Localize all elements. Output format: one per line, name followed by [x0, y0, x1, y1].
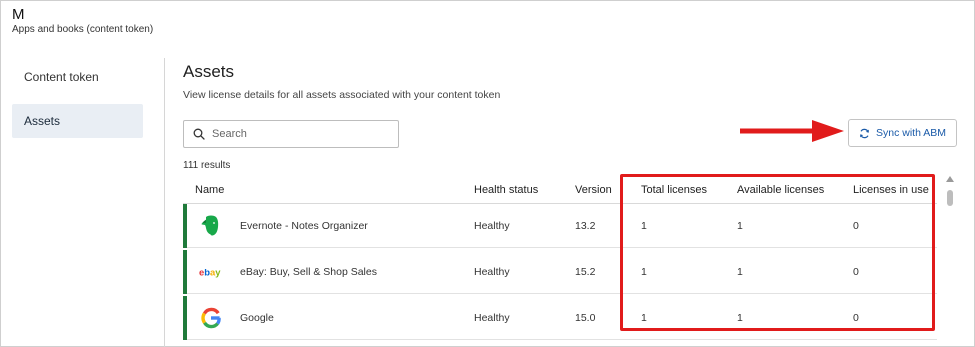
sidebar-divider	[164, 58, 165, 347]
row-name: Evernote - Notes Organizer	[240, 220, 368, 232]
results-count: 111 results	[183, 160, 231, 171]
svg-text:ebay: ebay	[199, 266, 221, 277]
sidebar-nav: Content token Assets	[12, 60, 143, 138]
row-status-accent	[183, 250, 187, 294]
app-subtitle: Apps and books (content token)	[12, 24, 154, 35]
row-version: 13.2	[575, 220, 596, 232]
search-box[interactable]	[183, 120, 399, 148]
row-name: Google	[240, 312, 274, 324]
app-title: M	[12, 6, 25, 23]
sync-with-abm-button[interactable]: Sync with ABM	[848, 119, 957, 147]
row-name: eBay: Buy, Sell & Shop Sales	[240, 266, 377, 278]
table-row[interactable]: ebay eBay: Buy, Sell & Shop Sales Health…	[183, 250, 937, 294]
evernote-icon	[199, 214, 223, 238]
ebay-icon: ebay	[199, 260, 223, 284]
search-icon	[193, 128, 205, 140]
row-status-accent	[183, 296, 187, 340]
row-available-licenses: 1	[737, 220, 743, 232]
row-health: Healthy	[474, 312, 510, 324]
sidebar-item-assets[interactable]: Assets	[12, 104, 143, 138]
column-header-licenses-in-use[interactable]: Licenses in use	[853, 184, 929, 196]
table-row[interactable]: Google Healthy 15.0 1 1 0	[183, 296, 937, 340]
column-header-name[interactable]: Name	[195, 184, 224, 196]
column-header-health-status[interactable]: Health status	[474, 184, 538, 196]
table-scrollbar[interactable]	[946, 176, 954, 347]
row-health: Healthy	[474, 220, 510, 232]
page-description: View license details for all assets asso…	[183, 89, 501, 101]
page-title: Assets	[183, 62, 235, 81]
sync-label: Sync with ABM	[875, 127, 947, 139]
row-total-licenses: 1	[641, 266, 647, 278]
scroll-up-arrow-icon[interactable]	[946, 176, 954, 182]
row-licenses-in-use: 0	[853, 266, 859, 278]
row-version: 15.2	[575, 266, 596, 278]
row-available-licenses: 1	[737, 312, 743, 324]
row-version: 15.0	[575, 312, 596, 324]
window-frame	[0, 0, 975, 347]
search-input[interactable]	[212, 128, 382, 140]
row-health: Healthy	[474, 266, 510, 278]
sidebar-item-label: Assets	[24, 114, 61, 128]
sidebar-item-content-token[interactable]: Content token	[12, 60, 143, 94]
table-row[interactable]: Evernote - Notes Organizer Healthy 13.2 …	[183, 204, 937, 248]
scroll-thumb[interactable]	[947, 190, 953, 206]
row-total-licenses: 1	[641, 220, 647, 232]
row-licenses-in-use: 0	[853, 220, 859, 232]
sync-icon	[860, 128, 869, 138]
column-header-available-licenses[interactable]: Available licenses	[737, 184, 824, 196]
row-licenses-in-use: 0	[853, 312, 859, 324]
row-status-accent	[183, 204, 187, 248]
annotation-arrow	[740, 120, 844, 142]
column-header-version[interactable]: Version	[575, 184, 612, 196]
google-icon	[199, 306, 223, 330]
row-total-licenses: 1	[641, 312, 647, 324]
sidebar-item-label: Content token	[24, 70, 99, 84]
column-header-total-licenses[interactable]: Total licenses	[641, 184, 707, 196]
row-available-licenses: 1	[737, 266, 743, 278]
